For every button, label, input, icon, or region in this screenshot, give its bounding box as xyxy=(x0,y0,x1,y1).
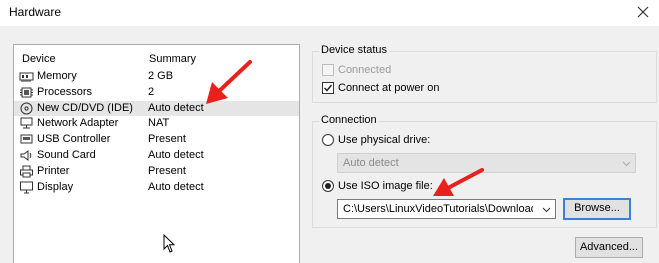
connect-at-power-on-checkbox[interactable] xyxy=(322,82,334,94)
iso-path-input[interactable]: C:\Users\LinuxVideoTutorials\Downloads\P xyxy=(337,199,556,219)
device-name: USB Controller xyxy=(37,133,111,146)
annotation-arrow-iso-icon xyxy=(433,168,484,196)
device-status-group: Device status xyxy=(312,44,657,103)
device-summary: Present xyxy=(148,133,186,146)
cd-dvd-icon xyxy=(19,102,34,115)
connected-checkbox[interactable] xyxy=(322,64,334,76)
display-icon xyxy=(19,181,34,194)
sound-icon xyxy=(19,149,34,162)
device-row-display[interactable]: Display Auto detect xyxy=(14,180,299,196)
iso-path-value: C:\Users\LinuxVideoTutorials\Downloads\P xyxy=(343,203,533,215)
column-header-device[interactable]: Device xyxy=(22,53,56,65)
device-row-usb-controller[interactable]: USB Controller Present xyxy=(14,132,299,148)
column-header-summary[interactable]: Summary xyxy=(149,53,196,65)
device-summary: Present xyxy=(148,164,186,177)
device-row-sound-card[interactable]: Sound Card Auto detect xyxy=(14,148,299,164)
advanced-button[interactable]: Advanced... xyxy=(575,237,643,258)
device-status-label: Device status xyxy=(319,44,390,56)
use-physical-drive-label: Use physical drive: xyxy=(338,134,431,146)
use-physical-drive-radio[interactable] xyxy=(322,134,334,146)
device-summary: 2 xyxy=(148,85,155,98)
annotation-arrow-cd-icon xyxy=(206,60,252,104)
device-summary: NAT xyxy=(148,117,170,130)
device-name: Network Adapter xyxy=(37,117,119,130)
title-bar: Hardware xyxy=(0,0,659,26)
usb-icon xyxy=(19,133,34,146)
browse-button[interactable]: Browse... xyxy=(563,198,631,220)
window-title: Hardware xyxy=(9,5,62,19)
connect-at-power-on-label: Connect at power on xyxy=(338,82,440,94)
memory-icon xyxy=(19,70,34,83)
chevron-down-icon[interactable] xyxy=(541,204,552,215)
processor-icon xyxy=(19,86,34,99)
use-iso-image-label: Use ISO image file: xyxy=(338,180,433,192)
device-summary: Auto detect xyxy=(148,148,204,161)
device-row-printer[interactable]: Printer Present xyxy=(14,164,299,180)
device-row-network-adapter[interactable]: Network Adapter NAT xyxy=(14,116,299,132)
device-name: New CD/DVD (IDE) xyxy=(37,101,133,114)
chevron-down-icon xyxy=(621,158,632,169)
mouse-cursor-icon xyxy=(163,233,176,254)
device-name: Processors xyxy=(37,85,93,98)
device-name: Sound Card xyxy=(37,148,96,161)
printer-icon xyxy=(19,165,34,178)
connected-label: Connected xyxy=(338,64,392,76)
use-iso-image-radio[interactable] xyxy=(322,180,334,192)
network-adapter-icon xyxy=(19,117,34,130)
device-summary: 2 GB xyxy=(148,70,174,82)
device-summary: Auto detect xyxy=(148,101,204,114)
device-name: Display xyxy=(37,180,74,193)
device-summary: Auto detect xyxy=(148,180,204,193)
device-name: Memory xyxy=(37,70,77,82)
physical-drive-value: Auto detect xyxy=(343,157,399,169)
connection-label: Connection xyxy=(319,114,379,126)
device-name: Printer xyxy=(37,164,70,177)
close-icon[interactable] xyxy=(633,2,653,22)
